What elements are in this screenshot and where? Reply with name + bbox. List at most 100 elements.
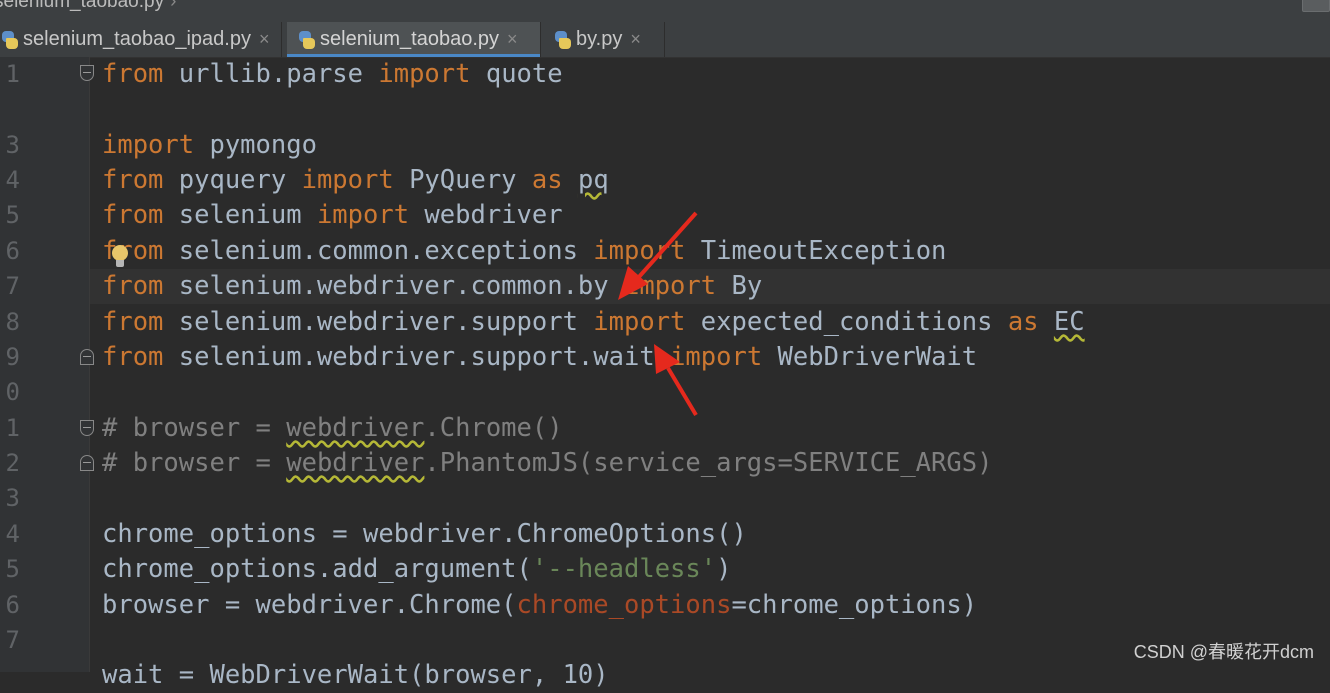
keyword: import xyxy=(378,59,471,89)
code-text: browser = webdriver.Chrome( xyxy=(102,590,517,620)
code-line[interactable]: from pyquery import PyQuery as pq xyxy=(102,163,609,198)
keyword-argument: chrome_options xyxy=(516,590,732,620)
code-text: pyquery xyxy=(163,165,302,195)
comment-line[interactable]: # browser = webdriver.Chrome() xyxy=(102,411,563,446)
warning-identifier: EC xyxy=(1053,307,1085,337)
code-line[interactable]: wait = WebDriverWait(browser, 10) xyxy=(102,658,609,693)
keyword: import xyxy=(624,271,717,301)
comment-text: # browser = xyxy=(102,448,287,478)
keyword: import xyxy=(670,342,763,372)
fold-start-icon[interactable] xyxy=(80,420,94,436)
line-number: 1 xyxy=(5,414,20,442)
fold-end-icon[interactable] xyxy=(80,349,94,365)
comment-text: .PhantomJS(service_args=SERVICE_ARGS) xyxy=(424,448,993,478)
line-number: 4 xyxy=(5,166,20,194)
tab-selenium-taobao[interactable]: selenium_taobao.py × xyxy=(287,22,541,57)
code-text: PyQuery xyxy=(393,165,532,195)
tab-by[interactable]: by.py × xyxy=(543,22,665,57)
line-number: 2 xyxy=(5,449,20,477)
code-line[interactable]: from urllib.parse import quote xyxy=(102,57,563,92)
code-text: quote xyxy=(470,59,563,89)
toolbar-icon[interactable] xyxy=(1302,0,1330,12)
line-number: 0 xyxy=(5,378,20,406)
breadcrumb-file[interactable]: selenium_taobao.py xyxy=(0,0,164,12)
line-number: 3 xyxy=(5,484,20,512)
keyword: from xyxy=(102,271,164,301)
code-line[interactable]: from selenium import webdriver xyxy=(102,198,563,233)
code-text: selenium.common.exceptions xyxy=(163,236,594,266)
line-number: 6 xyxy=(5,237,20,265)
keyword: from xyxy=(102,342,164,372)
code-text: selenium.webdriver.common.by xyxy=(163,271,624,301)
string-literal: '--headless' xyxy=(531,554,717,584)
watermark: CSDN @春暖花开dcm xyxy=(1133,642,1314,662)
code-line[interactable]: chrome_options = webdriver.ChromeOptions… xyxy=(102,517,747,552)
python-file-icon xyxy=(297,30,315,50)
editor-tab-bar: selenium_taobao_ipad.py × selenium_taoba… xyxy=(0,22,1330,58)
code-text: webdriver xyxy=(409,200,563,230)
keyword: import xyxy=(593,307,686,337)
line-number-gutter[interactable]: 1 3 4 5 6 7 8 9 0 1 2 3 4 5 6 7 xyxy=(0,57,94,672)
tab-selenium-taobao-ipad[interactable]: selenium_taobao_ipad.py × xyxy=(0,22,282,57)
lightbulb-icon[interactable] xyxy=(111,245,129,271)
warning-identifier: webdriver xyxy=(286,448,425,478)
code-text: =chrome_options) xyxy=(731,590,978,620)
code-line[interactable]: from selenium.webdriver.common.by import… xyxy=(102,269,762,304)
breadcrumb[interactable]: selenium_taobao.py › xyxy=(0,0,176,13)
keyword: as xyxy=(531,165,563,195)
code-text: By xyxy=(716,271,763,301)
code-line[interactable]: from selenium.webdriver.support.wait imp… xyxy=(102,340,977,375)
line-number: 7 xyxy=(5,626,20,654)
code-text: pymongo xyxy=(194,130,317,160)
code-text: selenium xyxy=(163,200,317,230)
chevron-right-icon: › xyxy=(170,0,177,12)
breadcrumb-bar: selenium_taobao.py › xyxy=(0,0,1330,22)
code-text: TimeoutException xyxy=(685,236,947,266)
line-number: 9 xyxy=(5,343,20,371)
keyword: import xyxy=(316,200,410,230)
code-text: selenium.webdriver.support xyxy=(163,307,594,337)
code-text: chrome_options = webdriver.ChromeOptions… xyxy=(102,519,747,549)
code-line[interactable]: import pymongo xyxy=(102,128,317,163)
fold-start-icon[interactable] xyxy=(80,65,94,81)
line-number: 3 xyxy=(5,131,20,159)
tab-label: selenium_taobao_ipad.py xyxy=(23,28,251,50)
tab-label: selenium_taobao.py xyxy=(320,28,500,50)
warning-identifier: webdriver xyxy=(286,413,425,443)
keyword: from xyxy=(102,307,164,337)
code-line[interactable]: chrome_options.add_argument('--headless'… xyxy=(102,552,731,587)
line-number: 1 xyxy=(5,60,20,88)
python-file-icon xyxy=(0,30,18,50)
keyword: from xyxy=(102,59,164,89)
keyword: as xyxy=(1007,307,1039,337)
code-text: expected_conditions xyxy=(685,307,1008,337)
line-number: 5 xyxy=(5,555,20,583)
fold-end-icon[interactable] xyxy=(80,455,94,471)
line-number: 7 xyxy=(5,272,20,300)
code-text: ) xyxy=(716,554,732,584)
code-line[interactable]: from selenium.webdriver.support import e… xyxy=(102,305,1085,340)
python-file-icon xyxy=(553,30,571,50)
close-icon[interactable]: × xyxy=(630,29,641,50)
code-text: chrome_options.add_argument( xyxy=(102,554,532,584)
line-number: 6 xyxy=(5,591,20,619)
code-text: selenium.webdriver.support.wait xyxy=(163,342,671,372)
close-icon[interactable]: × xyxy=(259,29,270,50)
keyword: import xyxy=(301,165,394,195)
code-text: wait = WebDriverWait(browser, 10) xyxy=(102,660,609,690)
warning-identifier: pq xyxy=(577,165,609,195)
keyword: from xyxy=(102,200,164,230)
code-text: urllib.parse xyxy=(163,59,379,89)
close-icon[interactable]: × xyxy=(507,29,518,50)
tab-label: by.py xyxy=(576,28,623,50)
line-number: 8 xyxy=(5,308,20,336)
code-line[interactable]: from selenium.common.exceptions import T… xyxy=(102,234,946,269)
comment-text: # browser = xyxy=(102,413,287,443)
keyword: import xyxy=(102,130,195,160)
keyword: from xyxy=(102,165,164,195)
comment-line[interactable]: # browser = webdriver.PhantomJS(service_… xyxy=(102,446,992,481)
line-number: 4 xyxy=(5,520,20,548)
code-line[interactable]: browser = webdriver.Chrome(chrome_option… xyxy=(102,588,977,623)
